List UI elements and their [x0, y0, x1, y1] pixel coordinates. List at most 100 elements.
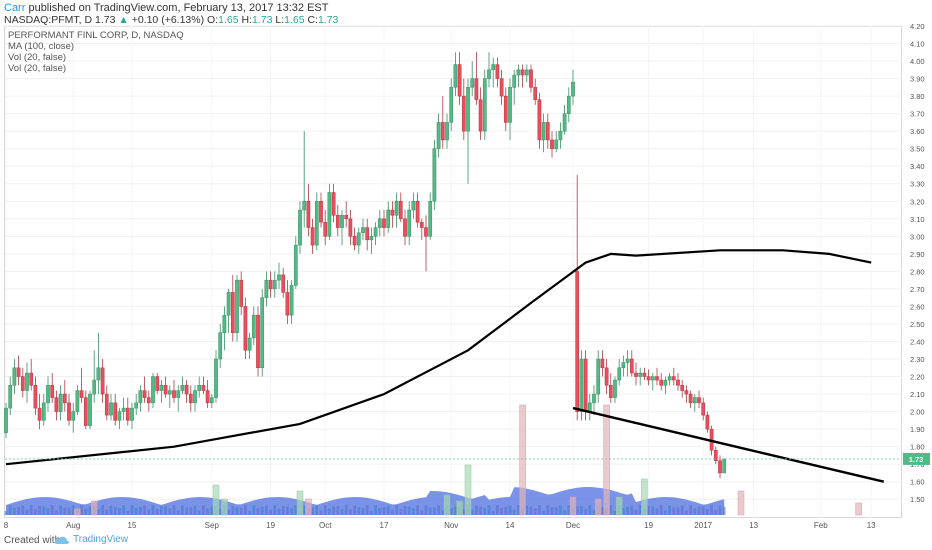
candle-body — [600, 358, 605, 369]
y-tick-label: 2.20 — [910, 373, 925, 382]
candle-body — [344, 215, 349, 220]
volume-bar — [126, 510, 130, 515]
volume-bar — [365, 505, 369, 515]
y-tick-label: 2.30 — [910, 355, 925, 364]
candle-body — [596, 358, 601, 395]
y-tick-label: 2.10 — [910, 390, 925, 399]
candle-body — [151, 376, 155, 404]
volume-bar — [17, 506, 20, 515]
candle-body — [88, 393, 92, 426]
volume-bar — [172, 505, 176, 515]
candle-body — [323, 222, 328, 237]
volume-spike — [594, 498, 602, 516]
price-chart[interactable]: 1.501.601.701.801.902.002.102.202.302.40… — [0, 0, 932, 532]
candle-body — [306, 201, 311, 228]
candle-body — [54, 397, 59, 412]
tradingview-brand[interactable]: TradingView — [54, 534, 128, 545]
candle-body — [671, 376, 676, 381]
volume-bar — [134, 507, 138, 515]
legend-vol-2[interactable]: Vol (20, false) — [8, 63, 184, 74]
volume-bar — [256, 507, 260, 515]
volume-bar — [386, 505, 390, 515]
y-tick-label: 4.10 — [910, 40, 925, 49]
candle-body — [188, 393, 193, 404]
volume-bar — [235, 506, 239, 515]
volume-bar — [403, 506, 407, 515]
volume-spike — [603, 404, 610, 516]
volume-bar — [42, 506, 46, 515]
candle-body — [495, 64, 500, 79]
candle-body — [327, 192, 332, 237]
volume-bar — [370, 510, 373, 515]
candle-body — [579, 358, 584, 412]
y-tick-label: 3.90 — [910, 75, 925, 84]
volume-bar — [147, 509, 151, 515]
y-tick-label: 3.00 — [910, 232, 925, 241]
volume-bar — [428, 507, 432, 515]
volume-bar — [38, 506, 41, 515]
y-tick-label: 3.30 — [910, 180, 925, 189]
volume-bar — [416, 505, 419, 515]
candle-body — [692, 397, 697, 404]
volume-bar — [8, 505, 12, 515]
candle-body — [37, 407, 42, 421]
candle-body — [487, 69, 491, 79]
candle-body — [566, 95, 571, 114]
candle-body — [96, 367, 101, 381]
candle-body — [676, 379, 680, 386]
volume-bar — [336, 506, 340, 515]
volume-bar — [105, 509, 109, 515]
y-tick-label: 1.90 — [910, 425, 925, 434]
volume-bar — [168, 508, 172, 515]
candle-body — [352, 236, 357, 246]
candle-body — [478, 99, 483, 132]
volume-bar — [689, 505, 692, 515]
x-tick-label: 14 — [506, 521, 515, 530]
candle-body — [335, 215, 340, 228]
volume-bar — [315, 505, 319, 515]
candle-body — [180, 385, 185, 391]
volume-bar — [533, 508, 537, 515]
candle-body — [277, 274, 281, 281]
volume-bar — [59, 505, 62, 515]
candle-body — [394, 201, 399, 216]
volume-bar — [361, 507, 365, 515]
candle-body — [650, 376, 655, 381]
legend-vol-1[interactable]: Vol (20, false) — [8, 52, 184, 63]
candle-body — [562, 113, 567, 132]
candle-body — [646, 376, 651, 381]
volume-bar — [239, 507, 243, 515]
volume-bar — [420, 510, 424, 515]
candle-body — [361, 227, 365, 234]
created-with-text: Created with — [4, 535, 61, 546]
volume-bar — [374, 505, 377, 515]
volume-bar — [508, 505, 512, 515]
volume-bar — [437, 505, 440, 515]
x-tick-label: Oct — [319, 521, 332, 530]
candle-body — [461, 95, 466, 132]
candle-body — [113, 402, 118, 421]
volume-bar — [349, 509, 352, 515]
candle-body — [193, 390, 197, 404]
y-tick-label: 3.20 — [910, 197, 925, 206]
candle-body — [264, 279, 269, 298]
volume-spike — [305, 498, 312, 516]
candle-body — [403, 218, 407, 237]
candle-body — [176, 390, 181, 398]
candle-body — [516, 69, 521, 76]
candle-body — [558, 130, 563, 141]
candle-body — [146, 397, 151, 404]
volume-bar — [680, 505, 684, 515]
candle-body — [62, 393, 67, 404]
candle-body — [117, 411, 122, 421]
legend-ma[interactable]: MA (100, close) — [8, 41, 184, 52]
candle-body — [377, 218, 382, 228]
volume-bar — [160, 506, 163, 515]
candle-body — [428, 201, 433, 237]
candle-body — [340, 215, 344, 228]
candle-body — [230, 292, 235, 333]
candle-body — [33, 385, 38, 409]
volume-bar — [382, 506, 386, 515]
footer: Created with TradingView — [0, 532, 932, 550]
volume-bar — [340, 509, 344, 515]
